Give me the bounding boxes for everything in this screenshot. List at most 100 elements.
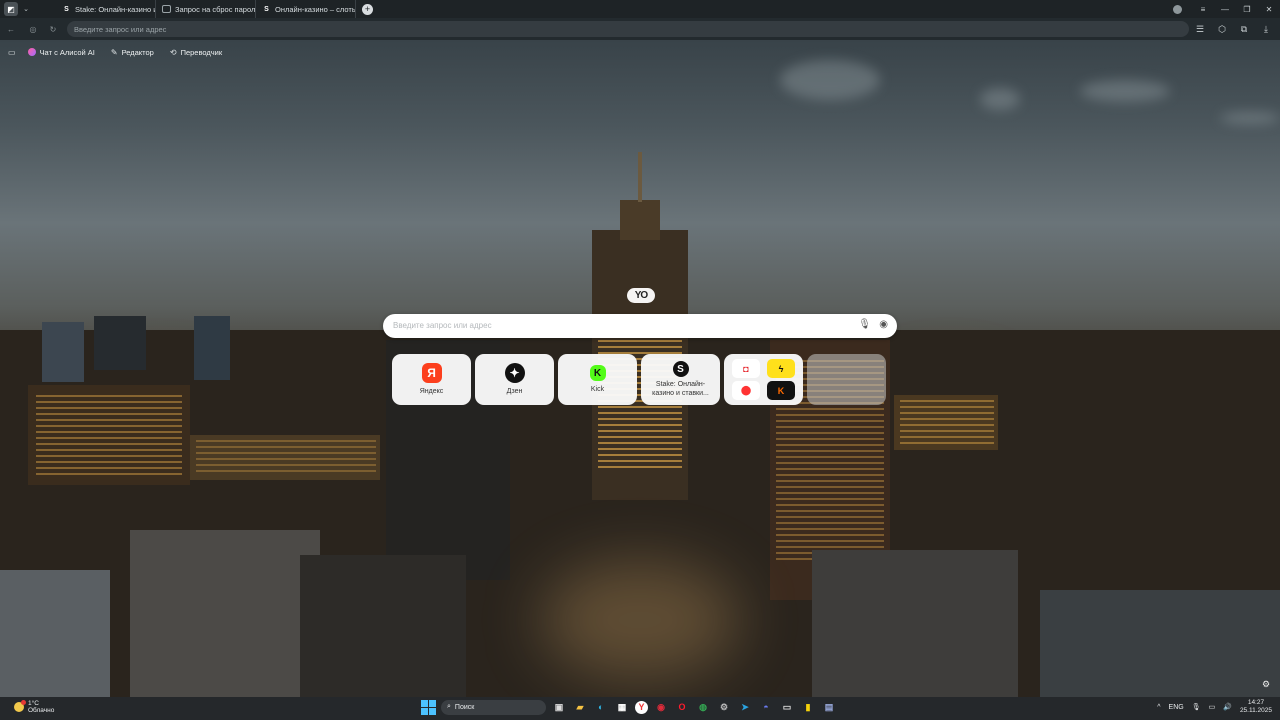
back-button[interactable]: ←	[3, 21, 19, 37]
system-tray: ^ ENG 🎙 ▭ 🔊 14:27 25.11.2025	[1157, 699, 1272, 715]
file-explorer-icon[interactable]: ▰	[572, 699, 588, 715]
tab-casino[interactable]: S Онлайн-казино – слоты	[256, 0, 356, 18]
cloud	[980, 88, 1020, 110]
bookmarks-bar: ▭ Чат с Алисой AI ✎ Редактор ⟲ Переводчи…	[0, 44, 238, 60]
restore-button[interactable]: ❐	[1236, 0, 1258, 18]
translate-icon: ⟲	[169, 47, 177, 57]
kinopoisk-icon: K	[767, 381, 795, 400]
stake-logo-icon: S	[672, 361, 689, 377]
dzen-logo-icon: ✦	[504, 363, 525, 383]
tab-title: Stake: Онлайн-казино и с	[75, 4, 156, 14]
building	[300, 555, 466, 697]
newtab-search-box[interactable]: Введите запрос или адрес 🎙 ◉	[383, 314, 897, 338]
building	[812, 550, 1018, 697]
address-bar[interactable]: Введите запрос или адрес	[67, 21, 1189, 37]
lit-windows	[36, 395, 182, 475]
clock-time: 14:27	[1247, 699, 1265, 706]
browser-menu-button[interactable]: ◩	[4, 2, 18, 16]
add-tile-placeholder[interactable]	[807, 354, 886, 405]
task-view-icon[interactable]: ▣	[551, 699, 567, 715]
start-button[interactable]	[421, 699, 436, 715]
discord-icon[interactable]: ◓	[758, 699, 774, 715]
maps-pin-icon: ⬤	[732, 381, 760, 400]
speed-dial: Я Яндекс ✦ Дзен K Kick S Stake: Онлайн-к…	[392, 354, 886, 405]
kick-logo-icon: K	[589, 365, 606, 381]
bookmark-label: Редактор	[121, 47, 154, 57]
sidebar-toggle[interactable]: ▭	[8, 48, 16, 57]
toolbar-right: ☰ ⬡ ⧉ ⤓	[1192, 20, 1274, 38]
downloads-icon[interactable]: ⤓	[1258, 21, 1274, 37]
minimize-button[interactable]: —	[1214, 0, 1236, 18]
tab-stake[interactable]: S Stake: Онлайн-казино и с	[56, 0, 156, 18]
weather-desc: Облачно	[28, 707, 55, 714]
address-placeholder: Введите запрос или адрес	[74, 24, 167, 34]
bookmark-label: Чат с Алисой AI	[39, 47, 95, 57]
tile-label: Яндекс	[419, 388, 444, 395]
tile-stake[interactable]: S Stake: Онлайн-казино и ставки...	[641, 354, 720, 405]
tile-group[interactable]: ◘ ϟ ⬤ K	[724, 354, 803, 405]
clock[interactable]: 14:27 25.11.2025	[1240, 699, 1272, 715]
chrome-icon[interactable]: ◍	[695, 699, 711, 715]
terminal-icon[interactable]: ▭	[779, 699, 795, 715]
close-button[interactable]: ✕	[1258, 0, 1280, 18]
stake-icon: S	[64, 5, 69, 13]
search-icon: ⌕	[447, 703, 451, 710]
bookmark-editor[interactable]: ✎ Редактор	[111, 48, 154, 57]
bookmark-alice-chat[interactable]: Чат с Алисой AI	[27, 47, 95, 57]
yandex-browser-icon[interactable]: Y	[635, 700, 648, 714]
reading-list-icon[interactable]: ☰	[1192, 21, 1208, 37]
profile-avatar[interactable]	[1173, 4, 1182, 14]
microphone-tray-icon[interactable]: 🎙	[1192, 703, 1201, 711]
building	[94, 316, 146, 370]
video-app-icon: ◘	[732, 359, 760, 378]
sidebar-icon: ▭	[8, 47, 16, 57]
tabs-dropdown-button[interactable]: ⌄	[20, 2, 32, 16]
clock-date: 25.11.2025	[1239, 707, 1272, 714]
bookmark-translator[interactable]: ⟲ Переводчик	[170, 48, 222, 57]
building	[194, 316, 230, 380]
stake-icon: S	[264, 5, 269, 13]
tile-dzen[interactable]: ✦ Дзен	[475, 354, 554, 405]
opera-icon[interactable]: O	[674, 699, 690, 715]
alice-icon	[27, 48, 36, 56]
new-tab-button[interactable]: +	[362, 3, 373, 15]
volume-icon[interactable]: 🔊	[1223, 703, 1232, 711]
display-icon[interactable]: ▭	[1209, 703, 1216, 711]
street-glow	[540, 560, 740, 680]
chevron-up-icon[interactable]: ^	[1157, 704, 1160, 711]
customize-icon[interactable]: ⚙	[1260, 678, 1272, 690]
extensions-icon[interactable]: ⬡	[1214, 21, 1230, 37]
collections-icon[interactable]: ⧉	[1236, 21, 1252, 37]
edge-icon[interactable]: ◐	[593, 699, 609, 715]
cloud	[1220, 112, 1280, 124]
weather-temp: 1°C	[28, 700, 39, 707]
building	[42, 322, 84, 382]
reload-button[interactable]: ↻	[45, 21, 61, 37]
menu-icon[interactable]: ≡	[1192, 0, 1214, 18]
mail-icon	[162, 5, 171, 13]
microphone-icon[interactable]: 🎙	[858, 319, 871, 330]
telegram-icon[interactable]: ➤	[737, 699, 753, 715]
taskbar-search[interactable]: ⌕ Поиск	[441, 699, 546, 715]
taskbar: 1°C Облачно ⌕ Поиск ▣ ▰ ◐ ▦ Y ◉ O ◍ ⚙ ➤ …	[0, 697, 1280, 720]
weather-widget[interactable]: 1°C Облачно	[14, 700, 54, 714]
search-placeholder: Введите запрос или адрес	[393, 321, 492, 330]
weather-icon	[14, 700, 26, 712]
shield-icon[interactable]: ◎	[25, 21, 41, 37]
red-app-icon[interactable]: ◉	[653, 699, 669, 715]
camera-search-icon[interactable]: ◉	[879, 319, 888, 330]
tab-password-reset[interactable]: Запрос на сброс пароля	[156, 0, 256, 18]
chart-app-icon[interactable]: ▮	[800, 699, 816, 715]
store-icon[interactable]: ▦	[614, 699, 630, 715]
spire	[638, 152, 642, 202]
settings-icon[interactable]: ⚙	[716, 699, 732, 715]
wallpaper	[0, 0, 1280, 697]
window-controls: ≡ — ❐ ✕	[1173, 0, 1280, 18]
tile-kick[interactable]: K Kick	[558, 354, 637, 405]
calculator-icon[interactable]: ▤	[821, 699, 837, 715]
tab-strip: ◩ ⌄ S Stake: Онлайн-казино и с Запрос на…	[0, 0, 1280, 18]
taskbar-search-label: Поиск	[454, 703, 475, 711]
bookmark-label: Переводчик	[180, 47, 223, 57]
language-indicator[interactable]: ENG	[1169, 704, 1184, 711]
tile-yandex[interactable]: Я Яндекс	[392, 354, 471, 405]
